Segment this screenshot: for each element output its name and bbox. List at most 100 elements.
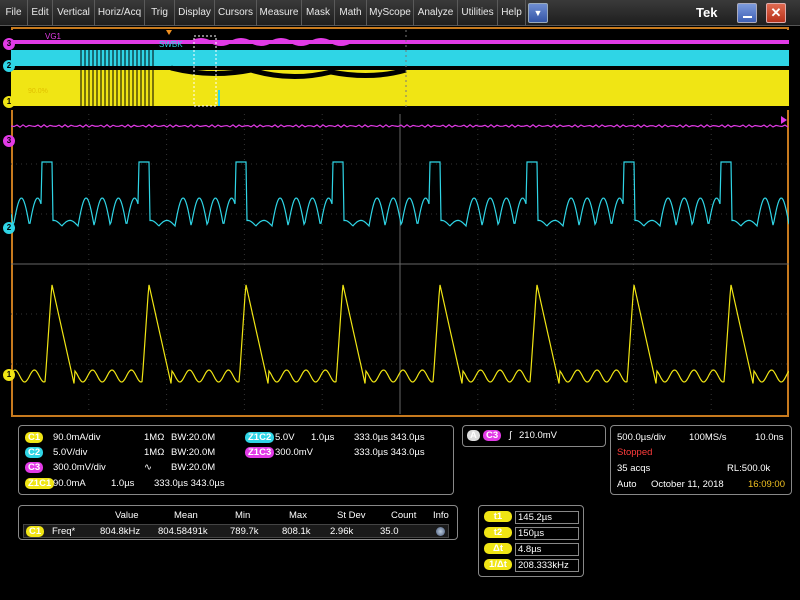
ch2-scale: 5.0V/div bbox=[53, 447, 88, 458]
overview-ch1-marker[interactable]: 1 bbox=[3, 96, 15, 108]
menu-measure[interactable]: Measure bbox=[257, 0, 302, 26]
menu-myscope[interactable]: MyScope bbox=[367, 0, 414, 26]
meas-header-value: Value bbox=[115, 510, 139, 521]
minimize-icon bbox=[743, 16, 752, 18]
menu-analyze[interactable]: Analyze bbox=[414, 0, 458, 26]
overview-ch3-trace bbox=[11, 40, 789, 44]
menu-bar: File Edit Vertical Horiz/Acq Trig Displa… bbox=[0, 0, 800, 26]
trigger-source-badge: C3 bbox=[483, 430, 502, 441]
zoom-ch1-badge[interactable]: Z1C1 bbox=[25, 478, 55, 489]
brand-logo: Tek bbox=[696, 5, 718, 20]
zoom-ch2-div: 1.0µs bbox=[311, 432, 335, 443]
meas-header-max: Max bbox=[289, 510, 307, 521]
menu-help[interactable]: Help bbox=[498, 0, 526, 26]
ch2-badge[interactable]: C2 bbox=[25, 447, 44, 458]
meas-value: 804.8kHz bbox=[100, 526, 141, 537]
meas-ch-badge: C1 bbox=[26, 526, 45, 537]
cursor-t2-value: 150µs bbox=[515, 527, 579, 540]
menu-vertical[interactable]: Vertical bbox=[53, 0, 95, 26]
overview-ch2-trace bbox=[11, 50, 789, 66]
ch2-bandwidth: BW:20.0M bbox=[171, 447, 216, 458]
overview-label-level: 90.0% bbox=[28, 88, 48, 95]
vertical-settings-panel[interactable]: C1 90.0mA/div 1MΩ BW:20.0M C2 5.0V/div 1… bbox=[18, 425, 454, 495]
ch3-coupling-icon: ∿ bbox=[144, 462, 152, 473]
overview-label-vg1: VG1 bbox=[45, 32, 62, 41]
acq-status: Stopped bbox=[617, 447, 653, 458]
info-icon[interactable] bbox=[436, 527, 445, 536]
cursor-freq-value: 208.333kHz bbox=[515, 559, 579, 572]
trigger-panel[interactable]: A C3 ∫ 210.0mV bbox=[462, 425, 606, 447]
sample-rate: 100MS/s bbox=[689, 432, 727, 443]
ch3-bandwidth: BW:20.0M bbox=[171, 462, 216, 473]
trigger-a-badge: A bbox=[467, 430, 480, 441]
menu-display[interactable]: Display bbox=[175, 0, 215, 26]
meas-mean: 804.58491k bbox=[158, 526, 208, 537]
ch2-ground-marker[interactable]: 2 bbox=[3, 222, 15, 234]
ch1-impedance: 1MΩ bbox=[144, 432, 165, 443]
minimize-button[interactable] bbox=[737, 3, 757, 23]
cursor-t2-label: t2 bbox=[484, 527, 512, 538]
graticule[interactable] bbox=[10, 114, 790, 414]
menu-horiz-acq[interactable]: Horiz/Acq bbox=[95, 0, 145, 26]
meas-header-count: Count bbox=[391, 510, 417, 521]
horizontal-scale: 500.0µs/div bbox=[617, 432, 666, 443]
meas-header-min: Min bbox=[235, 510, 251, 521]
zoom-ch1-div: 1.0µs bbox=[111, 478, 135, 489]
ch3-scale: 300.0mV/div bbox=[53, 462, 106, 473]
record-length: RL:500.0k bbox=[727, 463, 771, 474]
overview-ch1-trace bbox=[11, 70, 789, 106]
resolution: 10.0ns bbox=[755, 432, 784, 443]
menu-utilities[interactable]: Utilities bbox=[458, 0, 498, 26]
meas-stdev: 2.96k bbox=[330, 526, 354, 537]
ch1-ground-marker[interactable]: 1 bbox=[3, 369, 15, 381]
cursor-freq-label: 1/Δt bbox=[484, 559, 512, 570]
ch3-offscreen-icon bbox=[781, 116, 787, 124]
zoom-ch1-scale: 90.0mA bbox=[53, 478, 86, 489]
meas-header-info: Info bbox=[433, 510, 449, 521]
meas-name: Freq* bbox=[52, 526, 76, 537]
overview-ch2-marker[interactable]: 2 bbox=[3, 60, 15, 72]
measurement-panel[interactable]: Value Mean Min Max St Dev Count Info C1 … bbox=[18, 505, 458, 540]
acq-count: 35 acqs bbox=[617, 463, 651, 474]
meas-count: 35.0 bbox=[380, 526, 399, 537]
horizontal-panel[interactable]: 500.0µs/div 100MS/s 10.0ns Stopped 35 ac… bbox=[610, 425, 792, 495]
acq-mode: Auto bbox=[617, 479, 637, 490]
ch1-badge[interactable]: C1 bbox=[25, 432, 44, 443]
cursor-readout-panel[interactable]: t1 145.2µs t2 150µs Δt 4.8µs 1/Δt 208.33… bbox=[478, 505, 584, 577]
ch1-bandwidth: BW:20.0M bbox=[171, 432, 216, 443]
time: 16:09:00 bbox=[748, 479, 785, 490]
meas-header-mean: Mean bbox=[174, 510, 198, 521]
zoom-ch3-scale: 300.0mV bbox=[275, 447, 314, 458]
ch3-ground-marker[interactable]: 3 bbox=[3, 135, 15, 147]
menu-cursors[interactable]: Cursors bbox=[215, 0, 257, 26]
ch2-impedance: 1MΩ bbox=[144, 447, 165, 458]
date: October 11, 2018 bbox=[651, 479, 724, 490]
zoom-ch3-range: 333.0µs 343.0µs bbox=[354, 447, 425, 458]
menu-trig[interactable]: Trig bbox=[145, 0, 175, 26]
table-row[interactable]: C1 Freq* 804.8kHz 804.58491k 789.7k 808.… bbox=[23, 524, 449, 538]
meas-max: 808.1k bbox=[282, 526, 311, 537]
zoom-ch1-range: 333.0µs 343.0µs bbox=[154, 478, 225, 489]
meas-header-stdev: St Dev bbox=[337, 510, 366, 521]
close-button[interactable]: ✕ bbox=[766, 3, 786, 23]
menu-edit[interactable]: Edit bbox=[28, 0, 53, 26]
overview-ch3-marker[interactable]: 3 bbox=[3, 38, 15, 50]
cursor-t1-value: 145.2µs bbox=[515, 511, 579, 524]
cursor-t1-label: t1 bbox=[484, 511, 512, 522]
trigger-position-icon bbox=[166, 30, 172, 35]
menu-mask[interactable]: Mask bbox=[302, 0, 335, 26]
record-overview[interactable]: VG1 SWBK 90.0% bbox=[11, 30, 789, 110]
zoom-ch2-range: 333.0µs 343.0µs bbox=[354, 432, 425, 443]
trigger-slope-icon: ∫ bbox=[509, 430, 512, 441]
zoom-ch2-badge[interactable]: Z1C2 bbox=[245, 432, 275, 443]
ch3-badge[interactable]: C3 bbox=[25, 462, 44, 473]
cursor-delta-value: 4.8µs bbox=[515, 543, 579, 556]
menu-math[interactable]: Math bbox=[335, 0, 367, 26]
zoom-ch3-badge[interactable]: Z1C3 bbox=[245, 447, 275, 458]
menu-dropdown-button[interactable]: ▼ bbox=[528, 3, 548, 23]
meas-min: 789.7k bbox=[230, 526, 259, 537]
cursor-delta-label: Δt bbox=[484, 543, 512, 554]
menu-file[interactable]: File bbox=[0, 0, 28, 26]
overview-label-swbk: SWBK bbox=[159, 40, 183, 49]
zoom-ch2-scale: 5.0V bbox=[275, 432, 295, 443]
